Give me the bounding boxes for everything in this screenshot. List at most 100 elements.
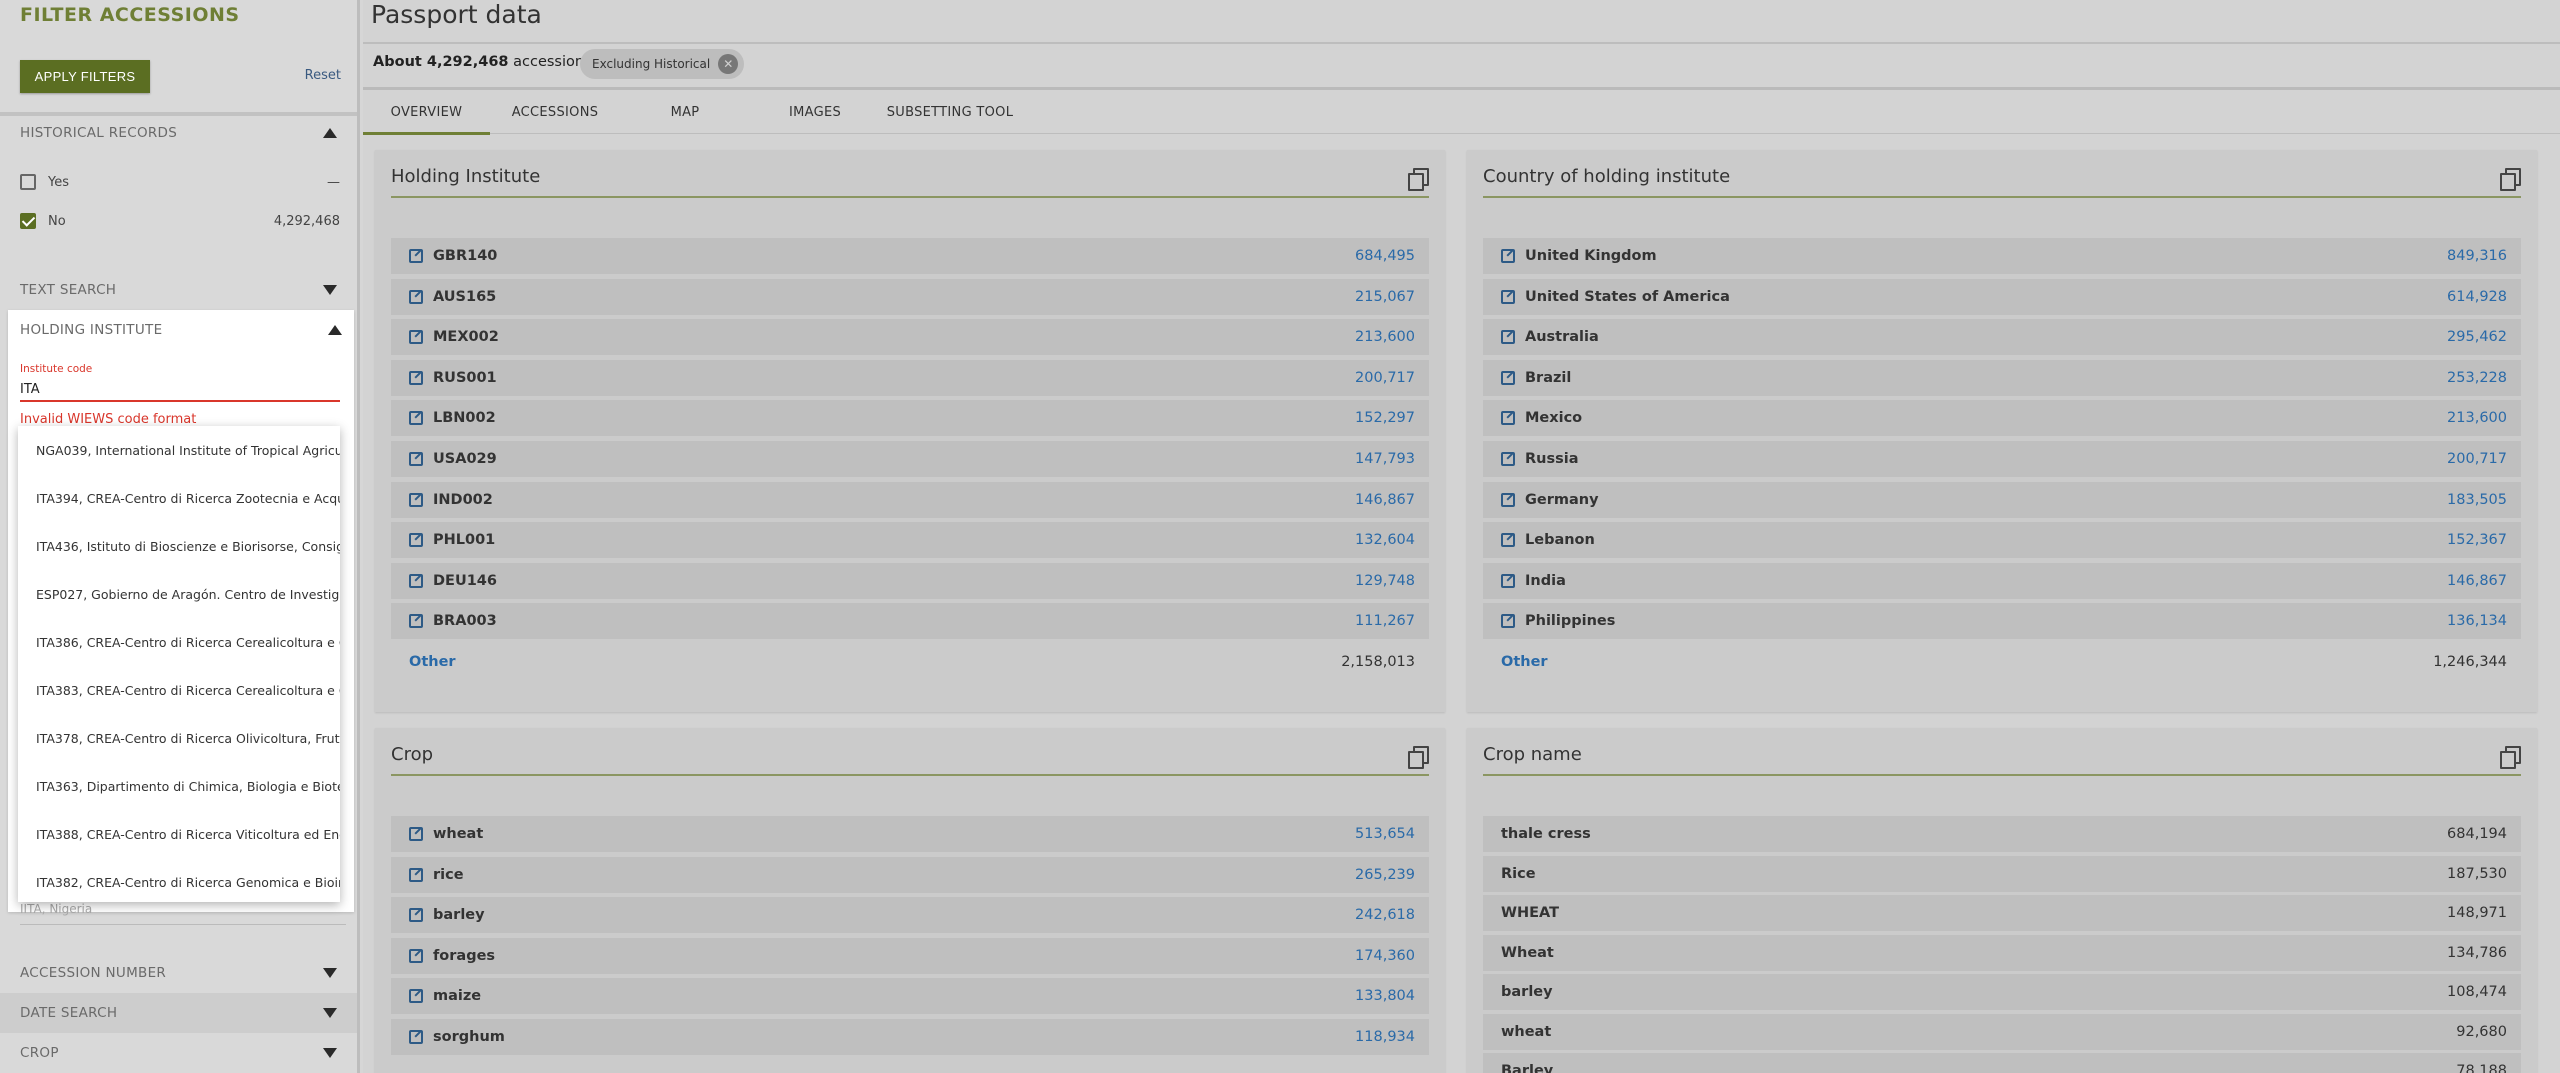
item-count[interactable]: 213,600 xyxy=(2447,410,2507,426)
list-item[interactable]: barley 242,618 xyxy=(391,897,1429,934)
external-link-icon[interactable] xyxy=(409,492,423,507)
external-link-icon[interactable] xyxy=(409,908,423,923)
date-search-header[interactable]: DATE SEARCH xyxy=(0,993,357,1033)
list-item[interactable]: Australia 295,462 xyxy=(1483,319,2521,356)
external-link-icon[interactable] xyxy=(1501,249,1515,263)
collapse-arrow-icon[interactable] xyxy=(323,128,337,138)
item-count[interactable]: 147,793 xyxy=(1355,451,1415,467)
tab-map[interactable]: MAP xyxy=(620,90,750,134)
tab-overview[interactable]: OVERVIEW xyxy=(363,90,490,135)
item-count[interactable]: 849,316 xyxy=(2447,248,2507,264)
institute-code-input[interactable] xyxy=(20,378,340,402)
item-count[interactable]: 242,618 xyxy=(1355,907,1415,923)
external-link-icon[interactable] xyxy=(409,827,423,841)
list-item[interactable]: Russia 200,717 xyxy=(1483,440,2521,477)
expand-arrow-icon[interactable] xyxy=(323,1048,337,1058)
item-count[interactable]: 684,495 xyxy=(1355,248,1415,264)
external-link-icon[interactable] xyxy=(409,249,423,263)
external-link-icon[interactable] xyxy=(1501,370,1515,385)
list-item[interactable]: Philippines 136,134 xyxy=(1483,603,2521,640)
apply-filters-button[interactable]: APPLY FILTERS xyxy=(20,60,150,93)
other-label[interactable]: Other xyxy=(1501,654,2433,670)
tab-images[interactable]: IMAGES xyxy=(750,90,880,134)
list-item[interactable]: PHL001 132,604 xyxy=(391,522,1429,559)
item-count[interactable]: 152,297 xyxy=(1355,410,1415,426)
other-label[interactable]: Other xyxy=(409,654,1341,670)
item-count[interactable]: 129,748 xyxy=(1355,573,1415,589)
dropdown-option[interactable]: ITA363, Dipartimento di Chimica, Biologi… xyxy=(18,762,340,810)
list-item[interactable]: AUS165 215,067 xyxy=(391,278,1429,315)
external-link-icon[interactable] xyxy=(1501,289,1515,304)
dropdown-option[interactable]: ITA388, CREA-Centro di Ricerca Viticoltu… xyxy=(18,810,340,858)
dropdown-option[interactable]: ITA436, Istituto di Bioscienze e Bioriso… xyxy=(18,522,340,570)
external-link-icon[interactable] xyxy=(1501,330,1515,345)
external-link-icon[interactable] xyxy=(409,289,423,304)
list-item[interactable]: United States of America 614,928 xyxy=(1483,278,2521,315)
item-count[interactable]: 265,239 xyxy=(1355,867,1415,883)
list-item[interactable]: GBR140 684,495 xyxy=(391,238,1429,274)
tab-subsetting-tool[interactable]: SUBSETTING TOOL xyxy=(880,90,1020,134)
historical-records-header[interactable]: HISTORICAL RECORDS xyxy=(0,113,357,153)
list-item[interactable]: sorghum 118,934 xyxy=(391,1018,1429,1055)
external-link-icon[interactable] xyxy=(409,330,423,345)
copy-icon[interactable] xyxy=(2500,168,2521,191)
list-item[interactable]: LBN002 152,297 xyxy=(391,400,1429,437)
item-count[interactable]: 111,267 xyxy=(1355,613,1415,629)
external-link-icon[interactable] xyxy=(409,533,423,548)
external-link-icon[interactable] xyxy=(409,1029,423,1044)
external-link-icon[interactable] xyxy=(1501,533,1515,548)
dropdown-option[interactable]: ITA386, CREA-Centro di Ricerca Cerealico… xyxy=(18,618,340,666)
dropdown-option[interactable]: NGA039, International Institute of Tropi… xyxy=(18,426,340,474)
accession-number-header[interactable]: ACCESSION NUMBER xyxy=(0,953,357,993)
item-count[interactable]: 200,717 xyxy=(1355,370,1415,386)
list-item[interactable]: forages 174,360 xyxy=(391,937,1429,974)
no-checkbox[interactable] xyxy=(20,213,36,229)
external-link-icon[interactable] xyxy=(1501,492,1515,507)
item-count[interactable]: 146,867 xyxy=(1355,492,1415,508)
other-row[interactable]: Other 1,246,344 xyxy=(1483,644,2521,680)
collapse-arrow-icon[interactable] xyxy=(328,325,342,335)
expand-arrow-icon[interactable] xyxy=(323,968,337,978)
list-item[interactable]: Brazil 253,228 xyxy=(1483,359,2521,396)
list-item[interactable]: BRA003 111,267 xyxy=(391,603,1429,640)
item-count[interactable]: 200,717 xyxy=(2447,451,2507,467)
other-row[interactable]: Other 2,158,013 xyxy=(391,644,1429,680)
list-item[interactable]: United Kingdom 849,316 xyxy=(1483,238,2521,274)
historical-yes-row[interactable]: Yes — xyxy=(20,170,340,194)
copy-icon[interactable] xyxy=(1408,168,1429,191)
list-item[interactable]: MEX002 213,600 xyxy=(391,319,1429,356)
yes-checkbox[interactable] xyxy=(20,174,36,190)
reset-link[interactable]: Reset xyxy=(305,68,341,83)
item-count[interactable]: 513,654 xyxy=(1355,826,1415,842)
dropdown-option[interactable]: ESP027, Gobierno de Aragón. Centro de In… xyxy=(18,570,340,618)
dropdown-option[interactable]: ITA394, CREA-Centro di Ricerca Zootecnia… xyxy=(18,474,340,522)
list-item[interactable]: USA029 147,793 xyxy=(391,440,1429,477)
external-link-icon[interactable] xyxy=(1501,573,1515,588)
item-count[interactable]: 146,867 xyxy=(2447,573,2507,589)
text-search-header[interactable]: TEXT SEARCH xyxy=(0,270,357,310)
holding-institute-header[interactable]: HOLDING INSTITUTE xyxy=(8,310,354,350)
list-item[interactable]: maize 133,804 xyxy=(391,978,1429,1015)
item-count[interactable]: 133,804 xyxy=(1355,988,1415,1004)
dropdown-option[interactable]: ITA378, CREA-Centro di Ricerca Olivicolt… xyxy=(18,714,340,762)
item-count[interactable]: 136,134 xyxy=(2447,613,2507,629)
item-count[interactable]: 215,067 xyxy=(1355,289,1415,305)
close-icon[interactable]: ✕ xyxy=(718,54,739,74)
expand-arrow-icon[interactable] xyxy=(323,1008,337,1018)
list-item[interactable]: Lebanon 152,367 xyxy=(1483,522,2521,559)
external-link-icon[interactable] xyxy=(409,411,423,426)
item-count[interactable]: 213,600 xyxy=(1355,329,1415,345)
expand-arrow-icon[interactable] xyxy=(323,285,337,295)
list-item[interactable]: Germany 183,505 xyxy=(1483,481,2521,518)
item-count[interactable]: 152,367 xyxy=(2447,532,2507,548)
list-item[interactable]: DEU146 129,748 xyxy=(391,562,1429,599)
list-item[interactable]: India 146,867 xyxy=(1483,562,2521,599)
external-link-icon[interactable] xyxy=(409,573,423,588)
crop-filter-header[interactable]: CROP xyxy=(0,1033,357,1073)
dropdown-option[interactable]: ITA382, CREA-Centro di Ricerca Genomica … xyxy=(18,858,340,902)
copy-icon[interactable] xyxy=(2500,746,2521,769)
external-link-icon[interactable] xyxy=(1501,614,1515,629)
external-link-icon[interactable] xyxy=(409,370,423,385)
list-item[interactable]: rice 265,239 xyxy=(391,856,1429,893)
item-count[interactable]: 118,934 xyxy=(1355,1029,1415,1045)
